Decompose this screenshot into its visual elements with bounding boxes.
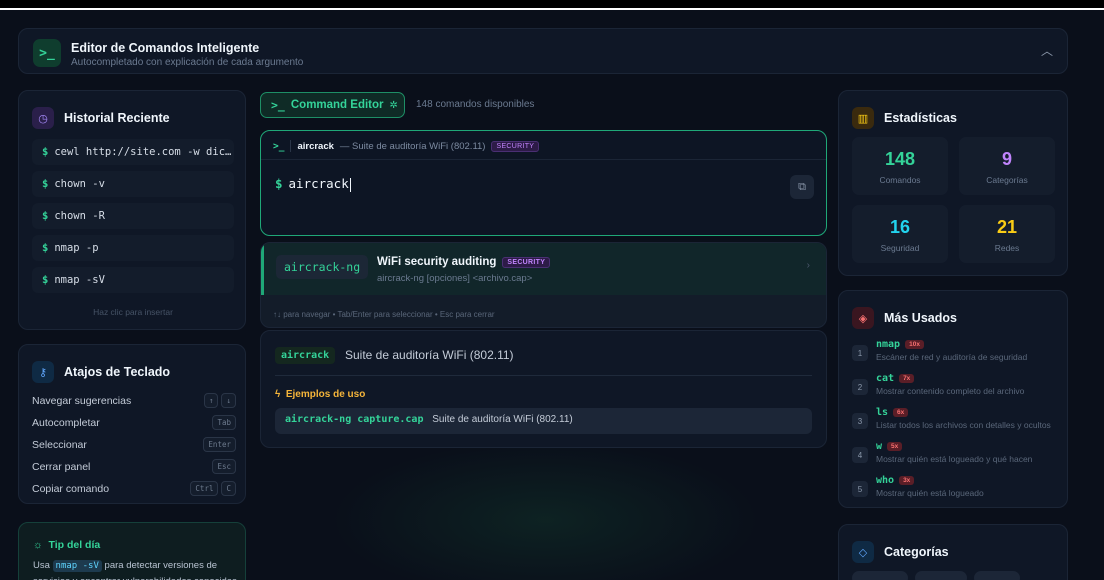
app-subtitle: Autocompletado con explicación de cada a… <box>71 57 304 68</box>
most-used-header: ◈ Más Usados <box>852 307 957 329</box>
categories-header: ◇ Categorías <box>852 541 949 563</box>
key-icon: ⚷ <box>32 361 54 383</box>
shortcuts-title: Atajos de Teclado <box>64 365 171 379</box>
suggestion-item[interactable]: aircrack-ng WiFi security auditing SECUR… <box>261 243 826 295</box>
current-command: aircrack <box>297 140 334 152</box>
details-description: Suite de auditoría WiFi (802.11) <box>345 348 514 362</box>
shortcuts-panel: ⚷ Atajos de Teclado Navegar sugerencias … <box>18 344 246 504</box>
suggestion-title: WiFi security auditing <box>377 256 497 268</box>
suggestion-command: aircrack-ng <box>276 255 369 279</box>
commands-count: 148 comandos disponibles <box>416 99 535 110</box>
stat-card-commands: 148 Comandos <box>852 137 948 195</box>
command-input[interactable]: $ aircrack <box>275 176 351 192</box>
top-divider <box>0 8 1104 10</box>
history-item[interactable]: $ cewl http://site.com -w dic… <box>32 139 234 165</box>
lightbulb-icon: ☼ <box>33 539 43 551</box>
shortcut-row: Navegar sugerencias ↑ ↓ <box>32 393 236 408</box>
category-chip[interactable] <box>852 571 908 580</box>
history-item[interactable]: $ chown -R <box>32 203 234 229</box>
tip-header: ☼ Tip del día <box>33 539 101 551</box>
category-chip[interactable] <box>915 571 967 580</box>
shortcut-row: Autocompletar Tab <box>32 415 236 430</box>
terminal-icon: >_ <box>33 39 61 67</box>
details-command: aircrack <box>275 347 336 364</box>
history-hint: Haz clic para insertar <box>93 307 173 317</box>
suggestions-hint: ↑↓ para navegar • Tab/Enter para selecci… <box>273 310 495 319</box>
most-used-panel: ◈ Más Usados 1 nmap 10x Escáner de red y … <box>838 290 1068 508</box>
stat-card-networks: 21 Redes <box>959 205 1055 263</box>
example-command: aircrack-ng capture.cap <box>285 414 424 425</box>
example-description: Suite de auditoría WiFi (802.11) <box>432 414 573 425</box>
copy-icon[interactable]: ⧉ <box>790 175 814 199</box>
editor-status: >_ aircrack — Suite de auditoría WiFi (8… <box>273 140 540 152</box>
history-panel: ◷ Historial Reciente $ cewl http://site.c… <box>18 90 246 330</box>
stats-title: Estadísticas <box>884 111 957 125</box>
stats-header: ▥ Estadísticas <box>852 107 957 129</box>
shortcuts-header: ⚷ Atajos de Teclado <box>32 361 170 383</box>
app-title: Editor de Comandos Inteligente <box>71 41 260 55</box>
background-glow <box>330 440 760 580</box>
security-badge: SECURITY <box>502 256 551 268</box>
most-used-title: Más Usados <box>884 311 957 325</box>
tip-code: nmap -sV <box>52 560 102 572</box>
bar-chart-icon: ▥ <box>852 107 874 129</box>
most-used-item[interactable]: 5 who 3x Mostrar quién está logueado <box>852 475 1062 505</box>
fire-icon: ◈ <box>852 307 874 329</box>
shortcut-row: Copiar comando Ctrl C <box>32 481 236 496</box>
lightning-icon: ϟ <box>275 389 281 400</box>
tag-icon: ◇ <box>852 541 874 563</box>
shortcut-row: Seleccionar Enter <box>32 437 236 452</box>
current-command-desc: — Suite de auditoría WiFi (802.11) <box>339 140 486 152</box>
chevron-right-icon: › <box>806 260 810 271</box>
history-title: Historial Reciente <box>64 111 170 125</box>
history-item[interactable]: $ chown -v <box>32 171 234 197</box>
stat-card-security: 16 Seguridad <box>852 205 948 263</box>
terminal-icon: >_ <box>271 98 285 112</box>
stats-panel: ▥ Estadísticas 148 Comandos 9 Categorías… <box>838 90 1068 276</box>
command-details: aircrack Suite de auditoría WiFi (802.11… <box>260 330 827 448</box>
app-header: >_ Editor de Comandos Inteligente Autoco… <box>18 28 1068 74</box>
history-header: ◷ Historial Reciente <box>32 107 170 129</box>
security-badge: SECURITY <box>491 140 540 152</box>
tip-panel: ☼ Tip del día Usa nmap -sV para detectar… <box>18 522 246 580</box>
chevron-up-icon[interactable]: ︿ <box>1041 42 1053 59</box>
prompt-icon: >_ <box>273 140 285 152</box>
most-used-item[interactable]: 1 nmap 10x Escáner de red y auditoría de … <box>852 339 1062 369</box>
most-used-item[interactable]: 4 w 5x Mostrar quién está logueado y qué … <box>852 441 1062 471</box>
command-editor-button[interactable]: >_ Command Editor ✲ <box>260 92 405 118</box>
most-used-item[interactable]: 2 cat 7x Mostrar contenido completo del a… <box>852 373 1062 403</box>
sparkle-icon: ✲ <box>389 99 398 111</box>
shortcut-row: Cerrar panel Esc <box>32 459 236 474</box>
history-item[interactable]: $ nmap -p <box>32 235 234 261</box>
history-item[interactable]: $ nmap -sV <box>32 267 234 293</box>
category-chip[interactable] <box>974 571 1020 580</box>
examples-header: ϟ Ejemplos de uso <box>275 389 366 400</box>
suggestions-dropdown: aircrack-ng WiFi security auditing SECUR… <box>260 242 827 328</box>
suggestion-usage: aircrack-ng [opciones] <archivo.cap> <box>377 273 533 284</box>
clock-icon: ◷ <box>32 107 54 129</box>
command-editor: >_ aircrack — Suite de auditoría WiFi (8… <box>260 130 827 236</box>
categories-panel: ◇ Categorías <box>838 524 1068 580</box>
stat-card-categories: 9 Categorías <box>959 137 1055 195</box>
most-used-item[interactable]: 3 ls 6x Listar todos los archivos con det… <box>852 407 1062 437</box>
dollar-prompt: $ <box>275 176 283 191</box>
tip-text: Usa nmap -sV para detectar versiones de … <box>33 560 237 580</box>
example-item[interactable]: aircrack-ng capture.cap Suite de auditor… <box>275 408 812 434</box>
categories-title: Categorías <box>884 545 949 559</box>
